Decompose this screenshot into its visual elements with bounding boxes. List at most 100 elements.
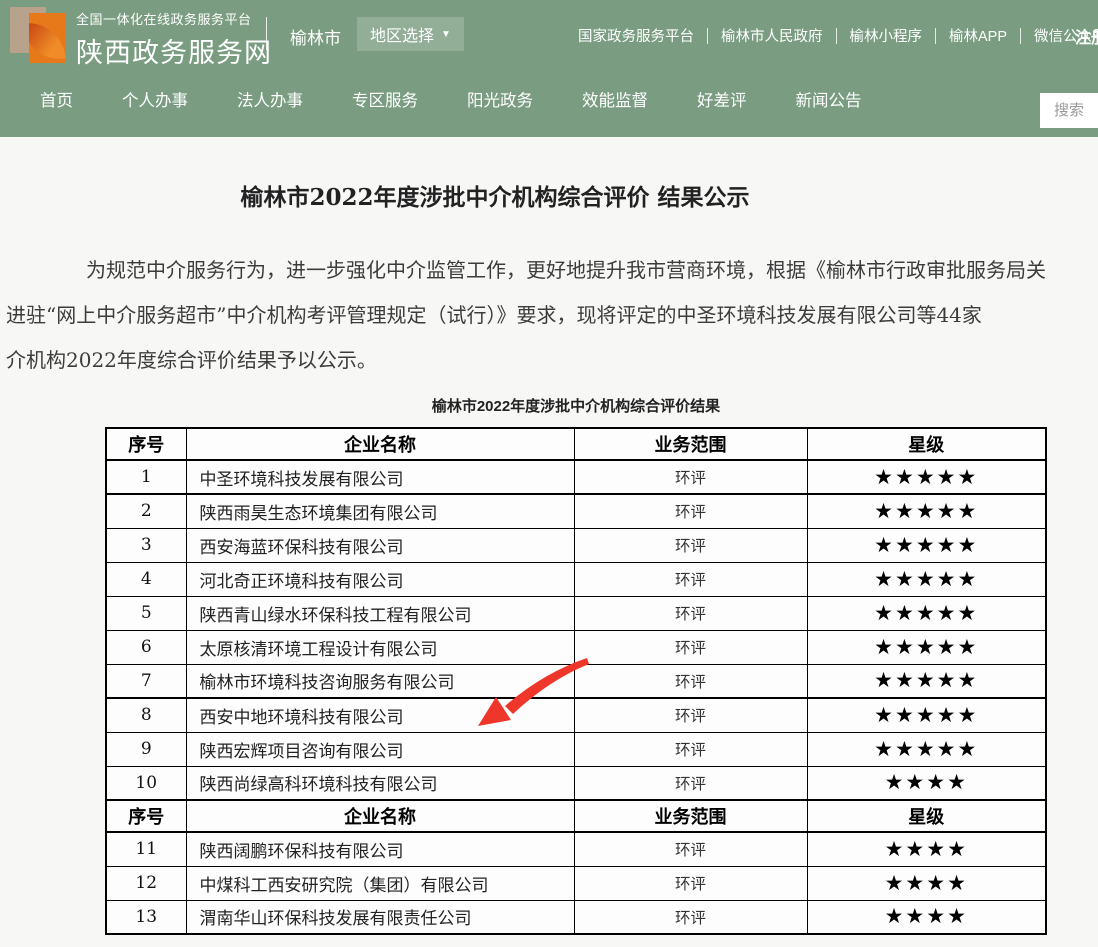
nav-item-news[interactable]: 新闻公告 — [796, 87, 862, 111]
star-rating-cell: ★★★★★ — [807, 596, 1046, 630]
table-row: 3西安海蓝环保科技有限公司环评★★★★★ — [106, 528, 1046, 562]
announcement-page: 榆林市2022年度涉批中介机构综合评价 结果公示 为规范中介服务行为，进一步强化… — [0, 137, 1098, 947]
link-city-government[interactable]: 榆林市人民政府 — [721, 25, 823, 46]
link-national-platform[interactable]: 国家政务服务平台 — [578, 25, 694, 46]
no-cell: 1 — [106, 460, 186, 494]
star-rating-cell: ★★★★ — [807, 832, 1046, 866]
site-title: 陕西政务服务网 — [76, 31, 272, 70]
star-rating-cell: ★★★★★ — [807, 562, 1046, 596]
name-cell: 中煤科工西安研究院（集团）有限公司 — [186, 866, 574, 900]
announcement-paragraph: 为规范中介服务行为，进一步强化中介监管工作，更好地提升我市营商环境，根据《榆林市… — [0, 248, 1098, 383]
scope-cell: 环评 — [574, 698, 807, 732]
nav-item-zone-services[interactable]: 专区服务 — [352, 87, 418, 111]
column-header: 星级 — [807, 428, 1046, 460]
nav-item-legal-person[interactable]: 法人办事 — [237, 87, 303, 111]
scope-cell: 环评 — [574, 766, 807, 800]
star-rating-cell: ★★★★★ — [807, 664, 1046, 698]
star-rating-cell: ★★★★ — [807, 900, 1046, 934]
scope-cell: 环评 — [574, 732, 807, 766]
nav-item-open-government[interactable]: 阳光政务 — [467, 87, 533, 111]
paragraph-line: 介机构2022年度综合评价结果予以公示。 — [6, 338, 1098, 383]
column-header: 业务范围 — [574, 428, 807, 460]
no-cell: 12 — [106, 866, 186, 900]
column-header: 企业名称 — [186, 800, 574, 832]
no-cell: 13 — [106, 900, 186, 934]
nav-item-home[interactable]: 首页 — [40, 87, 73, 111]
no-cell: 2 — [106, 494, 186, 528]
table-row: 7榆林市环境科技咨询服务有限公司环评★★★★★ — [106, 664, 1046, 698]
name-cell: 西安海蓝环保科技有限公司 — [186, 528, 574, 562]
no-cell: 5 — [106, 596, 186, 630]
scope-cell: 环评 — [574, 630, 807, 664]
logo-leaf-icon — [29, 19, 66, 63]
table-row: 2陕西雨昊生态环境集团有限公司环评★★★★★ — [106, 494, 1046, 528]
no-cell: 4 — [106, 562, 186, 596]
name-cell: 陕西阔鹏环保科技有限公司 — [186, 832, 574, 866]
scope-cell: 环评 — [574, 528, 807, 562]
name-cell: 陕西雨昊生态环境集团有限公司 — [186, 494, 574, 528]
column-header: 序号 — [106, 428, 186, 460]
top-bar: 全国一体化在线政务服务平台 陕西政务服务网 榆林市 地区选择 ▼ 国家政务服务平… — [0, 0, 1098, 75]
nav-item-personal[interactable]: 个人办事 — [122, 87, 188, 111]
link-separator — [1020, 28, 1021, 44]
no-cell: 10 — [106, 766, 186, 800]
table-row: 9陕西宏辉项目咨询有限公司环评★★★★★ — [106, 732, 1046, 766]
main-nav-bar: 首页 个人办事 法人办事 专区服务 阳光政务 效能监督 好差评 新闻公告 — [0, 75, 1098, 137]
link-separator — [935, 28, 936, 44]
column-header: 业务范围 — [574, 800, 807, 832]
search-input[interactable] — [1040, 93, 1098, 128]
name-cell: 河北奇正环境科技有限公司 — [186, 562, 574, 596]
evaluation-table: 序号企业名称业务范围星级1中圣环境科技发展有限公司环评★★★★★2陕西雨昊生态环… — [105, 427, 1047, 935]
platform-tagline: 全国一体化在线政务服务平台 — [76, 9, 272, 28]
no-cell: 9 — [106, 732, 186, 766]
name-cell: 太原核清环境工程设计有限公司 — [186, 630, 574, 664]
table-row: 8西安中地环境科技有限公司环评★★★★★ — [106, 698, 1046, 732]
no-cell: 8 — [106, 698, 186, 732]
link-city-app[interactable]: 榆林APP — [949, 25, 1007, 46]
site-header: 全国一体化在线政务服务平台 陕西政务服务网 榆林市 地区选择 ▼ 国家政务服务平… — [0, 0, 1098, 137]
link-mini-program[interactable]: 榆林小程序 — [850, 25, 923, 46]
name-cell: 中圣环境科技发展有限公司 — [186, 460, 574, 494]
table-row: 4河北奇正环境科技有限公司环评★★★★★ — [106, 562, 1046, 596]
table-row: 10陕西尚绿高科环境科技有限公司环评★★★★ — [106, 766, 1046, 800]
name-cell: 陕西宏辉项目咨询有限公司 — [186, 732, 574, 766]
region-select-label: 地区选择 — [370, 22, 434, 46]
star-rating-cell: ★★★★★ — [807, 460, 1046, 494]
name-cell: 榆林市环境科技咨询服务有限公司 — [186, 664, 574, 698]
no-cell: 11 — [106, 832, 186, 866]
main-nav: 首页 个人办事 法人办事 专区服务 阳光政务 效能监督 好差评 新闻公告 — [0, 75, 1098, 123]
register-link[interactable]: 注册 — [1075, 24, 1098, 48]
table-row: 13渭南华山环保科技发展有限责任公司环评★★★★ — [106, 900, 1046, 934]
nav-item-efficiency[interactable]: 效能监督 — [582, 87, 648, 111]
table-header-row: 序号企业名称业务范围星级 — [106, 428, 1046, 460]
column-header: 星级 — [807, 800, 1046, 832]
scope-cell: 环评 — [574, 832, 807, 866]
page-title: 榆林市2022年度涉批中介机构综合评价 结果公示 — [0, 137, 990, 212]
paragraph-line: 进驻“网上中介服务超市”中介机构考评管理规定（试行）》要求，现将评定的中圣环境科… — [6, 293, 1098, 338]
nav-item-rating[interactable]: 好差评 — [697, 87, 747, 111]
star-rating-cell: ★★★★★ — [807, 630, 1046, 664]
scope-cell: 环评 — [574, 494, 807, 528]
site-logo-icon[interactable] — [10, 7, 66, 63]
table-row: 12中煤科工西安研究院（集团）有限公司环评★★★★ — [106, 866, 1046, 900]
no-cell: 6 — [106, 630, 186, 664]
link-separator — [707, 28, 708, 44]
name-cell: 渭南华山环保科技发展有限责任公司 — [186, 900, 574, 934]
scope-cell: 环评 — [574, 664, 807, 698]
brand-divider — [266, 17, 267, 50]
star-rating-cell: ★★★★ — [807, 766, 1046, 800]
name-cell: 陕西青山绿水环保科技工程有限公司 — [186, 596, 574, 630]
name-cell: 陕西尚绿高科环境科技有限公司 — [186, 766, 574, 800]
chevron-down-icon: ▼ — [441, 29, 451, 40]
star-rating-cell: ★★★★★ — [807, 698, 1046, 732]
current-city-label: 榆林市 — [290, 24, 341, 49]
no-cell: 7 — [106, 664, 186, 698]
region-select-button[interactable]: 地区选择 ▼ — [357, 17, 464, 51]
star-rating-cell: ★★★★★ — [807, 732, 1046, 766]
external-links: 国家政务服务平台 榆林市人民政府 榆林小程序 榆林APP 微信公众号 — [578, 25, 1098, 46]
name-cell: 西安中地环境科技有限公司 — [186, 698, 574, 732]
no-cell: 3 — [106, 528, 186, 562]
scope-cell: 环评 — [574, 562, 807, 596]
result-table-zone: 榆林市2022年度涉批中介机构综合评价结果 序号企业名称业务范围星级1中圣环境科… — [0, 395, 1098, 935]
table-row: 11陕西阔鹏环保科技有限公司环评★★★★ — [106, 832, 1046, 866]
